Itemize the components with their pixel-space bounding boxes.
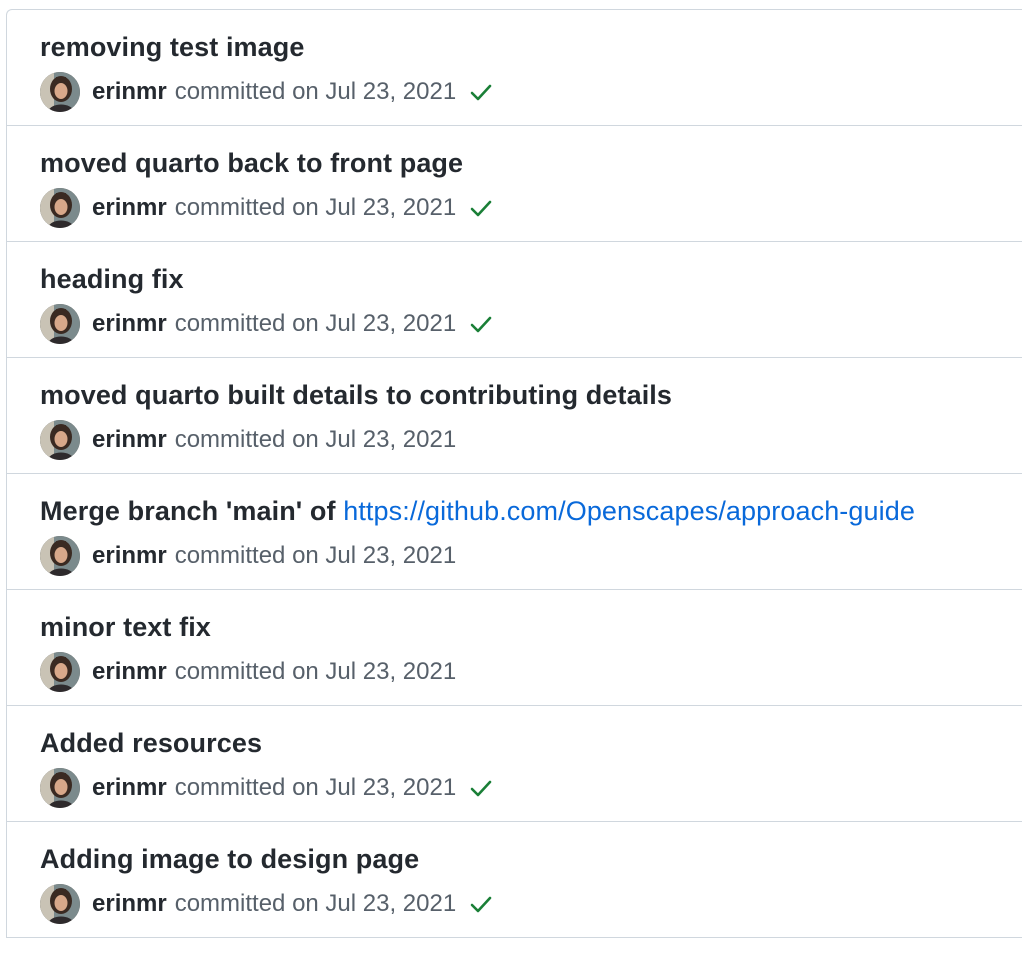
check-icon[interactable]: [468, 891, 494, 917]
avatar[interactable]: [40, 652, 80, 692]
author-link[interactable]: erinmr: [92, 194, 167, 222]
commit-title-text[interactable]: Adding image to design page: [40, 844, 419, 874]
commit-meta: erinmr committed on Jul 23, 2021: [40, 536, 456, 576]
avatar-photo: [40, 768, 80, 808]
author-link[interactable]: erinmr: [92, 774, 167, 802]
commit-title: removing test image: [40, 32, 304, 63]
author-link[interactable]: erinmr: [92, 658, 167, 686]
check-icon[interactable]: [468, 775, 494, 801]
commit-row: minor text fix erinmr committed on Jul 2…: [7, 590, 1022, 706]
commit-date: committed on Jul 23, 2021: [174, 658, 457, 685]
commit-row: moved quarto built details to contributi…: [7, 358, 1022, 474]
commit-title: minor text fix: [40, 612, 211, 643]
avatar-photo: [40, 884, 80, 924]
commit-meta: erinmr committed on Jul 23, 2021: [40, 652, 456, 692]
commit-date: committed on Jul 23, 2021: [174, 310, 457, 337]
commit-meta: erinmr committed on Jul 23, 2021: [40, 304, 494, 344]
commit-meta: erinmr committed on Jul 23, 2021: [40, 884, 494, 924]
commit-title-link[interactable]: https://github.com/Openscapes/approach-g…: [343, 496, 915, 526]
avatar-photo: [40, 420, 80, 460]
commit-date: committed on Jul 23, 2021: [174, 542, 457, 569]
commit-title-text[interactable]: moved quarto built details to contributi…: [40, 380, 672, 410]
commit-title: Merge branch 'main' of https://github.co…: [40, 496, 915, 527]
commit-date: committed on Jul 23, 2021: [174, 78, 457, 105]
commit-title: moved quarto built details to contributi…: [40, 380, 672, 411]
avatar[interactable]: [40, 188, 80, 228]
commit-date: committed on Jul 23, 2021: [174, 194, 457, 221]
avatar[interactable]: [40, 420, 80, 460]
avatar[interactable]: [40, 884, 80, 924]
author-link[interactable]: erinmr: [92, 542, 167, 570]
author-link[interactable]: erinmr: [92, 890, 167, 918]
avatar-photo: [40, 188, 80, 228]
commit-title-text[interactable]: Added resources: [40, 728, 262, 758]
commit-title: heading fix: [40, 264, 184, 295]
commit-date: committed on Jul 23, 2021: [174, 774, 457, 801]
commit-meta: erinmr committed on Jul 23, 2021: [40, 768, 494, 808]
commit-row: Merge branch 'main' of https://github.co…: [7, 474, 1022, 590]
avatar-photo: [40, 536, 80, 576]
commit-title-text[interactable]: minor text fix: [40, 612, 211, 642]
author-link[interactable]: erinmr: [92, 310, 167, 338]
check-icon[interactable]: [468, 195, 494, 221]
commit-meta: erinmr committed on Jul 23, 2021: [40, 420, 456, 460]
check-icon[interactable]: [468, 79, 494, 105]
avatar-photo: [40, 652, 80, 692]
commit-list: removing test image erinmr committed on …: [6, 9, 1022, 938]
commit-title-text[interactable]: heading fix: [40, 264, 184, 294]
commit-date: committed on Jul 23, 2021: [174, 426, 457, 453]
commit-title-text[interactable]: removing test image: [40, 32, 304, 62]
avatar-photo: [40, 304, 80, 344]
avatar[interactable]: [40, 72, 80, 112]
commit-title: Adding image to design page: [40, 844, 419, 875]
commit-title: moved quarto back to front page: [40, 148, 463, 179]
author-link[interactable]: erinmr: [92, 426, 167, 454]
check-icon[interactable]: [468, 311, 494, 337]
avatar[interactable]: [40, 768, 80, 808]
avatar-photo: [40, 72, 80, 112]
commit-meta: erinmr committed on Jul 23, 2021: [40, 72, 494, 112]
commit-meta: erinmr committed on Jul 23, 2021: [40, 188, 494, 228]
avatar[interactable]: [40, 536, 80, 576]
commit-row: Added resources erinmr committed on Jul …: [7, 706, 1022, 822]
commit-row: heading fix erinmr committed on Jul 23, …: [7, 242, 1022, 358]
author-link[interactable]: erinmr: [92, 78, 167, 106]
commit-title: Added resources: [40, 728, 262, 759]
commit-date: committed on Jul 23, 2021: [174, 890, 457, 917]
commit-title-text[interactable]: moved quarto back to front page: [40, 148, 463, 178]
commit-row: Adding image to design page erinmr commi…: [7, 822, 1022, 938]
commit-row: removing test image erinmr committed on …: [7, 10, 1022, 126]
commit-title-text[interactable]: Merge branch 'main' of: [40, 496, 343, 526]
commit-row: moved quarto back to front page erinmr c…: [7, 126, 1022, 242]
avatar[interactable]: [40, 304, 80, 344]
